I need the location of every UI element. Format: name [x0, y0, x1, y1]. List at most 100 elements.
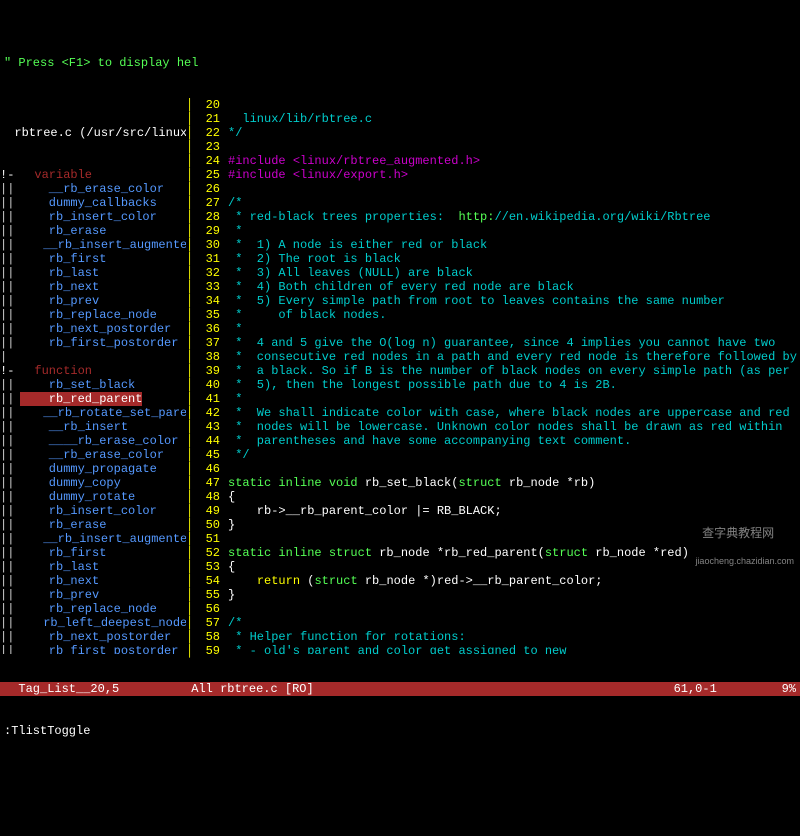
- code-line[interactable]: 45 */: [194, 448, 800, 462]
- code-line[interactable]: 36 *: [194, 322, 800, 336]
- fold-mark[interactable]: !-: [0, 168, 20, 182]
- tag-item[interactable]: rb_last: [20, 266, 99, 280]
- code-line[interactable]: 37 * 4 and 5 give the O(log n) guarantee…: [194, 336, 800, 350]
- window-separator[interactable]: ││││││││││││││││││││││││││││││││││││││││: [186, 98, 194, 654]
- code-line[interactable]: 20: [194, 98, 800, 112]
- line-text[interactable]: * 1) A node is either red or black: [222, 238, 800, 252]
- tag-item[interactable]: rb_erase: [20, 518, 106, 532]
- code-line[interactable]: 30 * 1) A node is either red or black: [194, 238, 800, 252]
- code-line[interactable]: 44 * parentheses and have some accompany…: [194, 434, 800, 448]
- tag-item[interactable]: rb_insert_color: [20, 504, 157, 518]
- line-text[interactable]: /*: [222, 616, 800, 630]
- line-text[interactable]: *: [222, 322, 800, 336]
- tag-item[interactable]: dummy_propagate: [20, 462, 157, 476]
- code-line[interactable]: 39 * a black. So if B is the number of b…: [194, 364, 800, 378]
- code-line[interactable]: 35 * of black nodes.: [194, 308, 800, 322]
- code-line[interactable]: 57/*: [194, 616, 800, 630]
- line-text[interactable]: #include <linux/export.h>: [222, 168, 800, 182]
- code-line[interactable]: 21 linux/lib/rbtree.c: [194, 112, 800, 126]
- code-line[interactable]: 29 *: [194, 224, 800, 238]
- tag-item[interactable]: __rb_insert: [20, 420, 128, 434]
- code-line[interactable]: 47static inline void rb_set_black(struct…: [194, 476, 800, 490]
- tag-item[interactable]: rb_first_postorder: [20, 644, 178, 654]
- line-text[interactable]: * 5), then the longest possible path due…: [222, 378, 800, 392]
- tag-category[interactable]: function: [20, 364, 92, 378]
- line-text[interactable]: */: [222, 448, 800, 462]
- line-text[interactable]: [222, 140, 800, 154]
- tag-item[interactable]: rb_left_deepest_node: [14, 616, 186, 630]
- tag-item[interactable]: rb_next: [20, 574, 99, 588]
- tag-item[interactable]: __rb_rotate_set_parents: [14, 406, 186, 420]
- fold-mark[interactable]: !-: [0, 364, 20, 378]
- line-text[interactable]: * red-black trees properties: http://en.…: [222, 210, 800, 224]
- code-line[interactable]: 38 * consecutive red nodes in a path and…: [194, 350, 800, 364]
- tag-item[interactable]: rb_set_black: [20, 378, 135, 392]
- line-text[interactable]: [222, 98, 800, 112]
- code-line[interactable]: 59 * - old's parent and color get assign…: [194, 644, 800, 654]
- tag-item[interactable]: rb_insert_color: [20, 210, 157, 224]
- tag-item[interactable]: rb_replace_node: [20, 602, 157, 616]
- tag-item[interactable]: rb_first: [20, 252, 106, 266]
- line-text[interactable]: *: [222, 224, 800, 238]
- tag-item[interactable]: rb_first: [20, 546, 106, 560]
- tag-item[interactable]: __rb_erase_color: [20, 448, 164, 462]
- line-text[interactable]: [222, 462, 800, 476]
- code-line[interactable]: 40 * 5), then the longest possible path …: [194, 378, 800, 392]
- code-line[interactable]: 24#include <linux/rbtree_augmented.h>: [194, 154, 800, 168]
- line-text[interactable]: * of black nodes.: [222, 308, 800, 322]
- line-text[interactable]: [222, 602, 800, 616]
- line-text[interactable]: * parentheses and have some accompanying…: [222, 434, 800, 448]
- code-line[interactable]: 41 *: [194, 392, 800, 406]
- line-text[interactable]: static inline void rb_set_black(struct r…: [222, 476, 800, 490]
- tag-item[interactable]: dummy_rotate: [20, 490, 135, 504]
- code-line[interactable]: 23: [194, 140, 800, 154]
- tag-item[interactable]: __rb_insert_augmented: [14, 532, 186, 546]
- line-text[interactable]: * 3) All leaves (NULL) are black: [222, 266, 800, 280]
- line-text[interactable]: * Helper function for rotations:: [222, 630, 800, 644]
- line-text[interactable]: */: [222, 126, 800, 140]
- line-text[interactable]: * We shall indicate color with case, whe…: [222, 406, 800, 420]
- tag-item[interactable]: rb_erase: [20, 224, 106, 238]
- tag-item[interactable]: rb_last: [20, 560, 99, 574]
- tag-item[interactable]: rb_next: [20, 280, 99, 294]
- tag-item[interactable]: rb_next_postorder: [20, 630, 171, 644]
- line-text[interactable]: *: [222, 392, 800, 406]
- code-line[interactable]: 32 * 3) All leaves (NULL) are black: [194, 266, 800, 280]
- tag-item[interactable]: __rb_insert_augmented: [14, 238, 186, 252]
- line-text[interactable]: * 4) Both children of every red node are…: [222, 280, 800, 294]
- tag-item[interactable]: ____rb_erase_color: [20, 434, 178, 448]
- line-text[interactable]: * - old's parent and color get assigned …: [222, 644, 800, 654]
- tag-category[interactable]: variable: [20, 168, 92, 182]
- code-line[interactable]: 28 * red-black trees properties: http://…: [194, 210, 800, 224]
- code-line[interactable]: 43 * nodes will be lowercase. Unknown co…: [194, 420, 800, 434]
- line-text[interactable]: {: [222, 490, 800, 504]
- taglist-sidebar[interactable]: rbtree.c (/usr/src/linux-so !- variable|…: [0, 98, 186, 654]
- code-line[interactable]: 58 * Helper function for rotations:: [194, 630, 800, 644]
- code-line[interactable]: 25#include <linux/export.h>: [194, 168, 800, 182]
- code-line[interactable]: 46: [194, 462, 800, 476]
- tag-item[interactable]: rb_first_postorder: [20, 336, 178, 350]
- line-text[interactable]: linux/lib/rbtree.c: [222, 112, 800, 126]
- code-line[interactable]: 34 * 5) Every simple path from root to l…: [194, 294, 800, 308]
- tag-item[interactable]: rb_next_postorder: [20, 322, 171, 336]
- tag-item[interactable]: __rb_erase_color: [20, 182, 164, 196]
- tag-item[interactable]: rb_replace_node: [20, 308, 157, 322]
- code-line[interactable]: 31 * 2) The root is black: [194, 252, 800, 266]
- line-text[interactable]: /*: [222, 196, 800, 210]
- tag-item-selected[interactable]: rb_red_parent: [20, 392, 142, 406]
- line-text[interactable]: * nodes will be lowercase. Unknown color…: [222, 420, 800, 434]
- tag-item[interactable]: dummy_copy: [20, 476, 121, 490]
- code-line[interactable]: 48{: [194, 490, 800, 504]
- code-line[interactable]: 27/*: [194, 196, 800, 210]
- tag-item[interactable]: rb_prev: [20, 294, 99, 308]
- line-text[interactable]: #include <linux/rbtree_augmented.h>: [222, 154, 800, 168]
- line-text[interactable]: * a black. So if B is the number of blac…: [222, 364, 800, 378]
- line-text[interactable]: [222, 182, 800, 196]
- code-line[interactable]: 26: [194, 182, 800, 196]
- line-text[interactable]: * 4 and 5 give the O(log n) guarantee, s…: [222, 336, 800, 350]
- line-text[interactable]: * 2) The root is black: [222, 252, 800, 266]
- tag-item[interactable]: dummy_callbacks: [20, 196, 157, 210]
- line-text[interactable]: * consecutive red nodes in a path and ev…: [222, 350, 800, 364]
- code-line[interactable]: 22*/: [194, 126, 800, 140]
- code-line[interactable]: 42 * We shall indicate color with case, …: [194, 406, 800, 420]
